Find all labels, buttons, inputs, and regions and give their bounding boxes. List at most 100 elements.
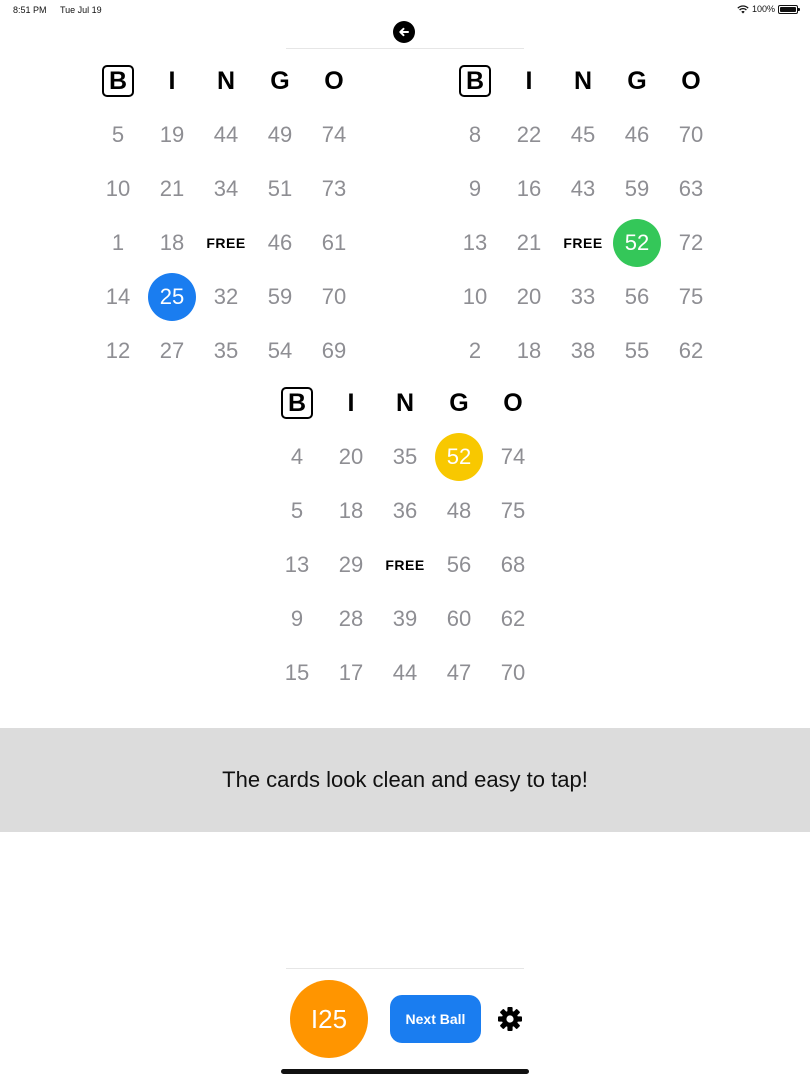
free-space[interactable]: FREE xyxy=(199,216,253,270)
number-cell[interactable]: 9 xyxy=(270,592,324,646)
status-date: Tue Jul 19 xyxy=(60,5,102,15)
column-header-g: G xyxy=(449,388,469,417)
number-cell[interactable]: 62 xyxy=(664,324,718,378)
number-cell[interactable]: 72 xyxy=(664,216,718,270)
number-cell[interactable]: 16 xyxy=(502,162,556,216)
number-cell[interactable]: 59 xyxy=(610,162,664,216)
number-cell[interactable]: 74 xyxy=(307,108,361,162)
number-cell[interactable]: 70 xyxy=(307,270,361,324)
number-cell[interactable]: 5 xyxy=(91,108,145,162)
number-cell[interactable]: 34 xyxy=(199,162,253,216)
number-cell[interactable]: 18 xyxy=(145,216,199,270)
number-cell[interactable]: 62 xyxy=(486,592,540,646)
number-cell[interactable]: 36 xyxy=(378,484,432,538)
number-cell[interactable]: 55 xyxy=(610,324,664,378)
number-cell[interactable]: 70 xyxy=(486,646,540,700)
status-time: 8:51 PM xyxy=(13,5,47,15)
number-cell[interactable]: 2 xyxy=(448,324,502,378)
marked-number-cell[interactable]: 25 xyxy=(145,270,199,324)
number-cell[interactable]: 49 xyxy=(253,108,307,162)
number-cell[interactable]: 46 xyxy=(610,108,664,162)
number-cell[interactable]: 43 xyxy=(556,162,610,216)
column-header-n: N xyxy=(573,66,593,95)
number-cell[interactable]: 22 xyxy=(502,108,556,162)
number-cell[interactable]: 63 xyxy=(664,162,718,216)
column-header-b: B xyxy=(448,54,502,108)
number-cell[interactable]: 4 xyxy=(270,430,324,484)
message-banner: The cards look clean and easy to tap! xyxy=(0,728,810,832)
number-cell[interactable]: 54 xyxy=(253,324,307,378)
column-header-b: B xyxy=(91,54,145,108)
number-cell[interactable]: 44 xyxy=(199,108,253,162)
number-cell[interactable]: 45 xyxy=(556,108,610,162)
number-cell[interactable]: 35 xyxy=(378,430,432,484)
number-cell[interactable]: 18 xyxy=(502,324,556,378)
number-cell[interactable]: 5 xyxy=(270,484,324,538)
back-button[interactable] xyxy=(393,21,415,43)
number-cell[interactable]: 10 xyxy=(91,162,145,216)
number-cell[interactable]: 21 xyxy=(145,162,199,216)
number-cell[interactable]: 44 xyxy=(378,646,432,700)
number-cell[interactable]: 18 xyxy=(324,484,378,538)
number-cell[interactable]: 28 xyxy=(324,592,378,646)
free-space[interactable]: FREE xyxy=(556,216,610,270)
number-cell[interactable]: 47 xyxy=(432,646,486,700)
number-cell[interactable]: 74 xyxy=(486,430,540,484)
column-header-n: N xyxy=(395,388,415,417)
number-cell[interactable]: 15 xyxy=(270,646,324,700)
number-cell[interactable]: 21 xyxy=(502,216,556,270)
number-cell[interactable]: 9 xyxy=(448,162,502,216)
message-text: The cards look clean and easy to tap! xyxy=(222,767,588,792)
number-cell[interactable]: 20 xyxy=(502,270,556,324)
number-cell[interactable]: 27 xyxy=(145,324,199,378)
number-cell[interactable]: 61 xyxy=(307,216,361,270)
marked-number-cell[interactable]: 52 xyxy=(432,430,486,484)
number-cell[interactable]: 60 xyxy=(432,592,486,646)
number-cell[interactable]: 46 xyxy=(253,216,307,270)
number-cell[interactable]: 70 xyxy=(664,108,718,162)
number-cell[interactable]: 38 xyxy=(556,324,610,378)
number-cell[interactable]: 48 xyxy=(432,484,486,538)
column-header-o: O xyxy=(324,66,344,95)
top-divider xyxy=(286,48,524,49)
number-cell[interactable]: 68 xyxy=(486,538,540,592)
number-cell[interactable]: 73 xyxy=(307,162,361,216)
number-cell[interactable]: 8 xyxy=(448,108,502,162)
number-cell[interactable]: 10 xyxy=(448,270,502,324)
number-cell[interactable]: 56 xyxy=(432,538,486,592)
number-cell[interactable]: 39 xyxy=(378,592,432,646)
column-header-o: O xyxy=(681,66,701,95)
arrow-left-circle-icon xyxy=(399,27,409,37)
marked-number-cell[interactable]: 52 xyxy=(610,216,664,270)
number-cell[interactable]: 20 xyxy=(324,430,378,484)
number-cell[interactable]: 14 xyxy=(91,270,145,324)
free-space[interactable]: FREE xyxy=(378,538,432,592)
cell-number: 52 xyxy=(446,444,472,469)
number-cell[interactable]: 75 xyxy=(486,484,540,538)
number-cell[interactable]: 59 xyxy=(253,270,307,324)
column-header-g: G xyxy=(627,66,647,95)
bingo-card-1: B I N G O 5 19 44 49 74 10 21 34 51 73 1 18 FREE 46 61 14 25 3… xyxy=(91,54,361,363)
number-cell[interactable]: 75 xyxy=(664,270,718,324)
settings-button[interactable] xyxy=(496,1005,524,1033)
number-cell[interactable]: 1 xyxy=(91,216,145,270)
number-cell[interactable]: 35 xyxy=(199,324,253,378)
number-cell[interactable]: 51 xyxy=(253,162,307,216)
number-cell[interactable]: 33 xyxy=(556,270,610,324)
column-header-b: B xyxy=(270,376,324,430)
number-cell[interactable]: 19 xyxy=(145,108,199,162)
number-cell[interactable]: 13 xyxy=(270,538,324,592)
number-cell[interactable]: 13 xyxy=(448,216,502,270)
wifi-icon xyxy=(737,4,749,13)
bingo-card-3: B I N G O 4 20 35 52 74 5 18 36 48 75 13 29 FREE 56 68 9 28 39… xyxy=(270,376,540,685)
number-cell[interactable]: 29 xyxy=(324,538,378,592)
number-cell[interactable]: 32 xyxy=(199,270,253,324)
column-header-i: I xyxy=(525,66,533,95)
number-cell[interactable]: 12 xyxy=(91,324,145,378)
next-ball-button[interactable]: Next Ball xyxy=(390,995,481,1043)
battery-icon xyxy=(778,4,800,14)
number-cell[interactable]: 69 xyxy=(307,324,361,378)
number-cell[interactable]: 56 xyxy=(610,270,664,324)
cell-number: 25 xyxy=(159,284,185,309)
number-cell[interactable]: 17 xyxy=(324,646,378,700)
